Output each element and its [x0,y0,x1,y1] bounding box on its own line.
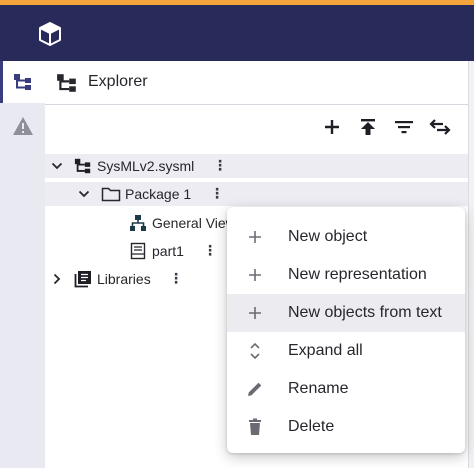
validation-tool-button[interactable] [0,105,45,147]
pencil-icon [245,379,265,399]
more-options-icon[interactable]: ⋮ [169,270,183,287]
new-model-button[interactable] [320,115,344,139]
menu-item-label: New object [288,228,368,245]
menu-item-new-object[interactable]: New object [227,218,465,256]
tree-item-package-1[interactable]: Package 1 ⋮ [45,182,468,206]
context-menu: New object New representation New object… [227,207,465,453]
chevron-down-icon[interactable] [51,160,63,172]
panel-divider [468,61,474,468]
plus-icon [325,120,339,134]
app-header [0,5,474,61]
explorer-tree-icon [13,74,31,90]
tree-item-label: General View [152,215,236,231]
folder-icon [101,186,121,202]
filter-button[interactable] [392,115,416,139]
plus-icon [245,227,265,247]
unfold-icon [245,341,265,361]
menu-item-expand-all[interactable]: Expand all [227,332,465,370]
chevron-right-icon[interactable] [51,273,63,285]
tree-item-label: Package 1 [125,186,192,202]
menu-item-rename[interactable]: Rename [227,370,465,408]
menu-item-label: New representation [288,266,427,283]
library-icon [74,270,92,288]
more-options-icon[interactable]: ⋮ [203,242,217,259]
explorer-title: Explorer [88,73,148,90]
more-options-icon[interactable]: ⋮ [213,157,227,174]
upload-icon [361,119,375,135]
explorer-toolbar [45,105,468,147]
diagram-icon [129,214,147,232]
trash-icon [245,417,265,437]
menu-item-delete[interactable]: Delete [227,408,465,446]
cube-icon[interactable] [36,20,64,48]
tree-item-sysmlv2[interactable]: SysMLv2.sysml ⋮ [45,154,468,178]
plus-icon [245,265,265,285]
menu-item-label: Expand all [288,342,363,359]
menu-item-new-objects-from-text[interactable]: New objects from text [227,294,465,332]
more-options-icon[interactable]: ⋮ [210,185,224,202]
model-tree-icon [74,157,92,175]
filter-icon [395,121,413,134]
menu-item-label: New objects from text [288,304,442,321]
plus-icon [245,303,265,323]
explorer-header: Explorer [45,61,468,105]
chevron-down-icon[interactable] [78,188,90,200]
tree-item-label: part1 [152,243,184,259]
menu-item-label: Rename [288,380,349,397]
explorer-tree-icon [57,74,76,92]
warning-icon [12,117,33,135]
part-icon [130,242,146,260]
menu-item-new-representation[interactable]: New representation [227,256,465,294]
tree-item-label: SysMLv2.sysml [97,158,195,174]
tree-item-label: Libraries [97,271,151,287]
synchronize-button[interactable] [428,115,452,139]
upload-model-button[interactable] [356,115,380,139]
swap-icon [429,119,451,135]
menu-item-label: Delete [288,418,335,435]
left-toolbar [0,61,45,468]
explorer-tool-button[interactable] [0,61,45,103]
